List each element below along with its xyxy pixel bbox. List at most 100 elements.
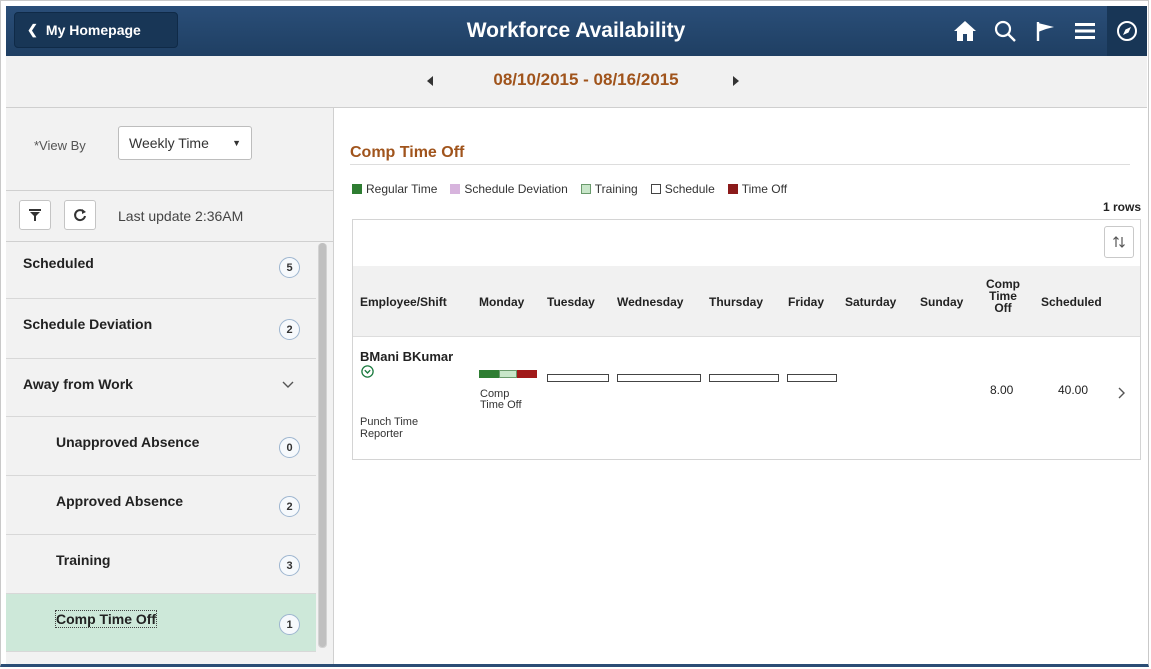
nav-item-approved-absence[interactable]: Approved Absence 2	[6, 476, 316, 535]
availability-grid: Employee/Shift Monday Tuesday Wednesday …	[352, 219, 1141, 460]
legend-label: Schedule	[664, 182, 715, 196]
home-icon[interactable]	[947, 13, 983, 49]
col-comp-line: Off	[994, 301, 1012, 315]
refresh-icon	[74, 209, 86, 222]
col-sunday: Sunday	[920, 295, 964, 309]
compass-icon[interactable]	[1107, 6, 1147, 56]
legend-item-schedule-deviation: Schedule Deviation	[450, 182, 568, 196]
table-row[interactable]: BMani BKumar Punch Time Reporter Comp Ti…	[353, 337, 1140, 459]
comp-time-bar	[499, 370, 517, 378]
count-badge: 1	[279, 614, 300, 635]
chevron-down-icon[interactable]	[282, 381, 294, 389]
schedule-bar-friday	[787, 374, 837, 382]
legend-swatch	[650, 184, 661, 194]
count-badge: 2	[279, 319, 300, 340]
filter-icon	[29, 209, 41, 221]
col-friday: Friday	[788, 295, 825, 309]
monday-label: Comp Time Off	[480, 389, 540, 411]
legend-swatch	[352, 184, 362, 194]
comp-time-off-value: 8.00	[990, 383, 1014, 397]
nav-item-label: Training	[56, 552, 111, 568]
schedule-bar-wednesday	[617, 374, 701, 382]
nav-item-away-from-work[interactable]: Away from Work	[6, 359, 316, 417]
nav-item-label: Schedule Deviation	[23, 316, 153, 332]
legend-label: Time Off	[741, 182, 788, 196]
legend-swatch	[580, 184, 591, 194]
legend-item-time-off: Time Off	[727, 182, 788, 196]
category-list: Scheduled 5 Schedule Deviation 2 Away fr…	[6, 241, 316, 652]
legend-item-regular-time: Regular Time	[352, 182, 437, 196]
time-off-bar	[517, 370, 537, 378]
next-week-icon[interactable]	[730, 74, 742, 88]
header-actions	[943, 6, 1147, 56]
nav-item-label: Approved Absence	[56, 493, 184, 509]
count-badge: 0	[279, 437, 300, 458]
col-wednesday: Wednesday	[617, 295, 684, 309]
count-badge: 2	[279, 496, 300, 517]
page-title: Workforce Availability	[466, 19, 686, 42]
role-line: Reporter	[360, 428, 403, 440]
view-by-select[interactable]: Weekly Time ▼	[118, 126, 252, 160]
left-panel: *View By Weekly Time ▼ Last update 2:36A…	[6, 108, 334, 664]
divider	[350, 164, 1130, 165]
menu-icon[interactable]	[1067, 13, 1103, 49]
refresh-button[interactable]	[64, 200, 96, 230]
legend: Regular Time Schedule Deviation Training…	[352, 182, 800, 196]
schedule-bar-thursday	[709, 374, 779, 382]
header-bar: ❮ My Homepage Workforce Availability	[6, 6, 1147, 56]
monday-label-line: Time Off	[480, 399, 522, 411]
chevron-left-icon: ❮	[27, 22, 38, 37]
previous-week-icon[interactable]	[424, 74, 436, 88]
section-title: Comp Time Off	[350, 144, 465, 161]
schedule-bar-tuesday	[547, 374, 609, 382]
legend-label: Schedule Deviation	[464, 182, 568, 196]
nav-item-unapproved-absence[interactable]: Unapproved Absence 0	[6, 417, 316, 476]
legend-swatch	[727, 184, 738, 194]
col-saturday: Saturday	[845, 295, 897, 309]
legend-item-training: Training	[580, 182, 638, 196]
grid-toolbar	[353, 220, 1140, 267]
nav-item-training[interactable]: Training 3	[6, 535, 316, 594]
nav-item-label: Away from Work	[23, 376, 133, 392]
col-thursday: Thursday	[709, 295, 764, 309]
legend-label: Regular Time	[366, 182, 438, 196]
nav-item-label: Unapproved Absence	[56, 434, 200, 450]
date-range: 08/10/2015 - 08/16/2015	[493, 70, 679, 89]
expand-details-icon[interactable]	[361, 365, 374, 378]
search-icon[interactable]	[987, 13, 1023, 49]
flag-icon[interactable]	[1027, 13, 1063, 49]
last-update-text: Last update 2:36AM	[118, 208, 244, 224]
employee-name: BMani BKumar	[360, 349, 454, 364]
filter-toolbar: Last update 2:36AM	[6, 190, 333, 242]
nav-item-scheduled[interactable]: Scheduled 5	[6, 241, 316, 299]
table-header: Employee/Shift Monday Tuesday Wednesday …	[353, 266, 1140, 337]
employee-role: Punch Time Reporter	[360, 416, 440, 440]
col-employee: Employee/Shift	[360, 295, 447, 309]
nav-item-schedule-deviation[interactable]: Schedule Deviation 2	[6, 299, 316, 359]
view-by-label: *View By	[34, 138, 86, 153]
regular-time-bar	[479, 370, 499, 378]
filter-button[interactable]	[19, 200, 51, 230]
sort-button[interactable]	[1104, 226, 1134, 258]
col-comp-time-off: Comp Time Off	[983, 278, 1023, 314]
view-by-value: Weekly Time	[129, 135, 209, 151]
legend-label: Training	[594, 182, 638, 196]
nav-item-label: Scheduled	[23, 255, 94, 271]
my-homepage-label: My Homepage	[45, 22, 141, 38]
caret-down-icon: ▼	[232, 138, 241, 148]
main-panel: Comp Time Off Regular Time Schedule Devi…	[334, 108, 1147, 664]
scrollbar-thumb[interactable]	[319, 243, 326, 647]
count-badge: 5	[279, 257, 300, 278]
legend-swatch	[450, 184, 461, 194]
sort-icon	[1113, 236, 1125, 248]
row-count: 1 rows	[1102, 200, 1141, 214]
chevron-right-icon[interactable]	[1117, 387, 1125, 399]
scheduled-value: 40.00	[1058, 383, 1089, 397]
col-scheduled: Scheduled	[1041, 295, 1102, 309]
col-tuesday: Tuesday	[547, 295, 595, 309]
my-homepage-button[interactable]: ❮ My Homepage	[14, 12, 178, 48]
nav-item-comp-time-off[interactable]: Comp Time Off 1	[6, 594, 316, 652]
count-badge: 3	[279, 555, 300, 576]
legend-item-schedule: Schedule	[650, 182, 715, 196]
role-line: Punch Time	[360, 416, 419, 428]
